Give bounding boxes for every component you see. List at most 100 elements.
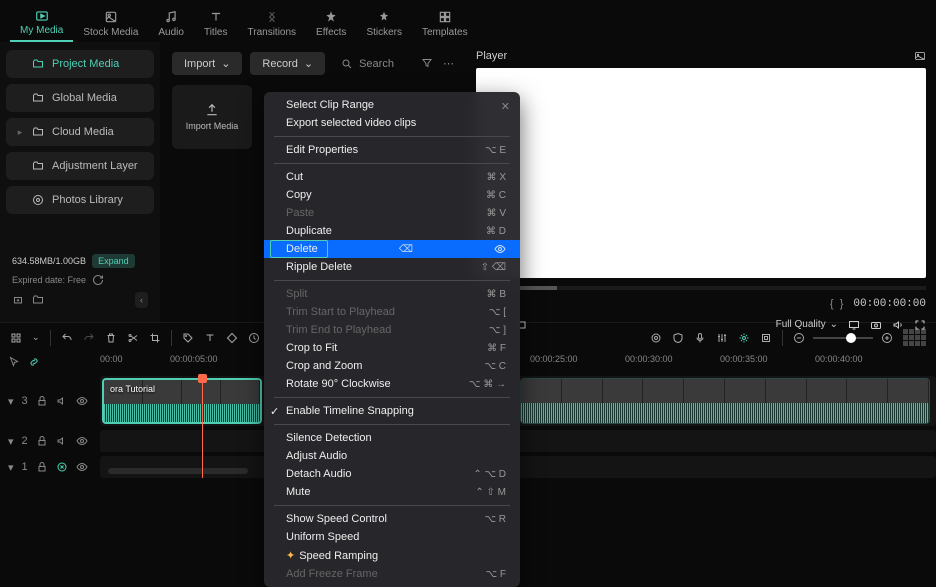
color-icon[interactable]: [650, 332, 662, 344]
horizontal-scrollbar[interactable]: [108, 468, 248, 474]
player-canvas[interactable]: [476, 68, 926, 278]
shield-icon[interactable]: [672, 332, 684, 344]
keyframe-icon[interactable]: [226, 332, 238, 344]
context-menu-item[interactable]: Rotate 90° Clockwise⌥ ⌘ →: [264, 375, 520, 393]
cursor-tool-icon[interactable]: [8, 356, 20, 368]
context-menu-item[interactable]: Crop and Zoom⌥ C: [264, 357, 520, 375]
zoom-out-icon[interactable]: [793, 332, 805, 344]
collapse-track-icon[interactable]: ▾: [8, 435, 14, 448]
video-clip[interactable]: ora Tutorial: [102, 378, 262, 424]
mic-icon[interactable]: [694, 332, 706, 344]
collapse-track-icon[interactable]: ▾: [8, 395, 14, 408]
context-menu-item[interactable]: Mute⌃ ⇧ M: [264, 483, 520, 501]
new-folder-icon[interactable]: [12, 294, 24, 306]
redo-icon[interactable]: [83, 332, 95, 344]
context-menu-item[interactable]: Copy⌘ C: [264, 186, 520, 204]
context-menu-item[interactable]: Crop to Fit⌘ F: [264, 339, 520, 357]
shortcut-label: ⌫: [399, 244, 413, 255]
crop-icon[interactable]: [149, 332, 161, 344]
refresh-icon[interactable]: [92, 274, 104, 286]
more-icon[interactable]: ⋯: [443, 57, 454, 70]
tab-transitions[interactable]: Transitions: [238, 4, 307, 42]
zoom-in-icon[interactable]: [881, 332, 893, 344]
record-dropdown[interactable]: Record ⌄: [250, 52, 325, 75]
context-menu-item[interactable]: Duplicate⌘ D: [264, 222, 520, 240]
lock-icon[interactable]: [36, 395, 48, 407]
playhead[interactable]: [202, 376, 203, 478]
delete-icon[interactable]: [105, 332, 117, 344]
context-menu-label: Trim End to Playhead: [286, 324, 391, 336]
snapshot-icon[interactable]: [914, 50, 926, 62]
speed-icon[interactable]: [248, 332, 260, 344]
expired-text: Expired date: Free: [12, 275, 86, 285]
sidebar-item-label: Cloud Media: [52, 126, 114, 138]
collapse-sidebar-button[interactable]: ‹: [135, 292, 148, 308]
effects-icon: [322, 8, 340, 25]
expand-button[interactable]: Expand: [92, 254, 135, 268]
chevron-down-icon[interactable]: ⌄: [32, 332, 40, 343]
split-icon[interactable]: [127, 332, 139, 344]
context-menu-label: Mute: [286, 486, 310, 498]
context-menu-item[interactable]: Edit Properties⌥ E: [264, 141, 520, 159]
tab-audio[interactable]: Audio: [148, 4, 194, 42]
sidebar-item-cloud-media[interactable]: ▸ Cloud Media: [6, 118, 154, 146]
tab-stock-media[interactable]: Stock Media: [73, 4, 148, 42]
mute-icon[interactable]: [56, 395, 68, 407]
mixer-icon[interactable]: [716, 332, 728, 344]
quality-dropdown[interactable]: Full Quality ⌄: [776, 319, 838, 330]
track-view-icon[interactable]: [903, 329, 926, 346]
context-menu-label: Trim Start to Playhead: [286, 306, 395, 318]
context-menu-item[interactable]: Cut⌘ X: [264, 168, 520, 186]
search-input[interactable]: Search: [333, 54, 402, 74]
fx-icon[interactable]: [56, 461, 68, 473]
context-menu-item[interactable]: Uniform Speed: [264, 528, 520, 546]
tab-titles[interactable]: Titles: [194, 4, 238, 42]
eye-icon[interactable]: [76, 395, 88, 407]
context-menu-item[interactable]: Select Clip Range: [264, 96, 520, 114]
sidebar-item-global-media[interactable]: Global Media: [6, 84, 154, 112]
tag-icon[interactable]: [182, 332, 194, 344]
sidebar-item-project-media[interactable]: Project Media: [6, 50, 154, 78]
context-menu-item[interactable]: Export selected video clips: [264, 114, 520, 132]
fullscreen-icon[interactable]: [914, 319, 926, 331]
link-icon[interactable]: [28, 356, 40, 368]
context-menu-item[interactable]: Delete ⌫: [264, 240, 520, 258]
undo-icon[interactable]: [61, 332, 73, 344]
display-icon[interactable]: [848, 319, 860, 331]
context-menu-item[interactable]: Detach Audio⌃ ⌥ D: [264, 465, 520, 483]
folder-icon[interactable]: [32, 294, 44, 306]
tab-effects[interactable]: Effects: [306, 4, 356, 42]
context-menu-label: Paste: [286, 207, 314, 219]
context-menu-item[interactable]: Ripple Delete⇧ ⌫: [264, 258, 520, 276]
filter-icon[interactable]: [421, 57, 433, 70]
lock-icon[interactable]: [36, 435, 48, 447]
collapse-track-icon[interactable]: ▾: [8, 461, 14, 474]
text-icon[interactable]: [204, 332, 216, 344]
video-clip[interactable]: [520, 378, 930, 424]
tab-stickers[interactable]: Stickers: [356, 4, 412, 42]
context-menu-item[interactable]: Silence Detection: [264, 429, 520, 447]
sidebar-item-photos-library[interactable]: Photos Library: [6, 186, 154, 214]
tab-my-media[interactable]: My Media: [10, 4, 73, 42]
import-media-tile[interactable]: Import Media: [172, 85, 252, 149]
context-menu-item[interactable]: Adjust Audio: [264, 447, 520, 465]
player-scrubber[interactable]: [476, 286, 926, 290]
zoom-slider[interactable]: [793, 332, 893, 344]
audio-icon: [162, 8, 180, 25]
sidebar-item-adjustment-layer[interactable]: Adjustment Layer: [6, 152, 154, 180]
grid-icon[interactable]: [10, 332, 22, 344]
context-menu-item[interactable]: ✦Speed Ramping: [264, 546, 520, 565]
marker-icon[interactable]: [760, 332, 772, 344]
context-menu-item[interactable]: Show Speed Control⌥ R: [264, 510, 520, 528]
import-dropdown[interactable]: Import ⌄: [172, 52, 242, 75]
eye-icon[interactable]: [76, 461, 88, 473]
context-menu-item[interactable]: ✓Enable Timeline Snapping: [264, 402, 520, 420]
volume-icon[interactable]: [892, 319, 904, 331]
ai-icon[interactable]: [738, 332, 750, 344]
eye-icon[interactable]: [76, 435, 88, 447]
mute-icon[interactable]: [56, 435, 68, 447]
lock-icon[interactable]: [36, 461, 48, 473]
context-menu-label: Delete: [286, 243, 318, 255]
tab-templates[interactable]: Templates: [412, 4, 478, 42]
camera-icon[interactable]: [870, 319, 882, 331]
